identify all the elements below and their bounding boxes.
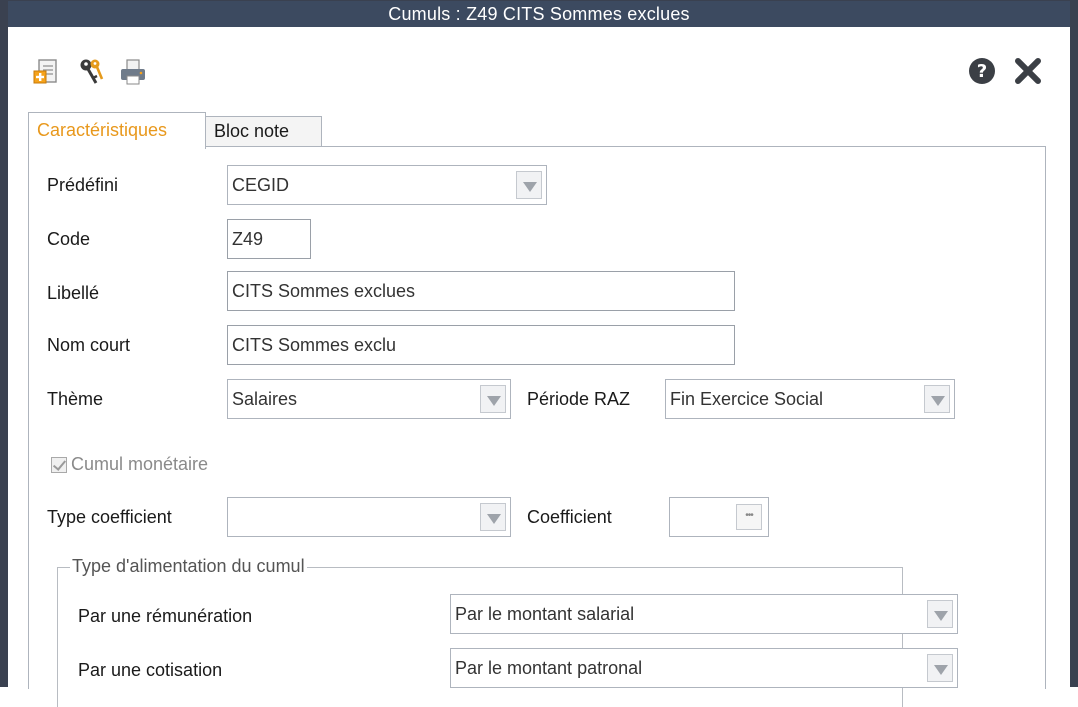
chevron-down-icon[interactable] xyxy=(516,171,542,199)
periode-raz-label: Période RAZ xyxy=(527,389,631,409)
alimentation-groupbox: Type d'alimentation du cumul Par une rém… xyxy=(57,556,958,707)
type-coefficient-label: Type coefficient xyxy=(47,507,172,527)
printer-icon[interactable] xyxy=(118,57,148,87)
tab-caracteristiques[interactable]: Caractéristiques xyxy=(28,112,206,149)
cumul-monetaire-label: Cumul monétaire xyxy=(71,454,209,474)
coefficient-input[interactable]: ••• xyxy=(669,497,769,537)
coefficient-label: Coefficient xyxy=(527,507,612,527)
keys-icon[interactable] xyxy=(76,57,106,87)
code-label: Code xyxy=(47,229,91,249)
chevron-down-icon[interactable] xyxy=(927,600,953,628)
characteristics-panel: Prédéfini CEGID Code Z49 Libellé CITS So… xyxy=(28,146,1046,707)
ellipsis-button[interactable]: ••• xyxy=(736,504,762,530)
code-input[interactable]: Z49 xyxy=(227,219,311,259)
window-title: Cumuls : Z49 CITS Sommes exclues xyxy=(388,4,690,24)
close-x-icon[interactable] xyxy=(1012,55,1044,87)
remuneration-label: Par une rémunération xyxy=(78,606,253,626)
theme-select[interactable]: Salaires xyxy=(227,379,511,419)
cumul-monetaire-checkbox[interactable] xyxy=(51,457,67,473)
type-coefficient-select[interactable] xyxy=(227,497,511,537)
libelle-label: Libellé xyxy=(47,283,100,303)
dialog-window: Cumuls : Z49 CITS Sommes exclues ? Carac… xyxy=(0,0,1078,707)
predefini-label: Prédéfini xyxy=(47,175,119,195)
cotisation-label: Par une cotisation xyxy=(78,660,223,680)
nom-court-input[interactable]: CITS Sommes exclu xyxy=(227,325,735,365)
predefini-select[interactable]: CEGID xyxy=(227,165,547,205)
toolbar: ? xyxy=(8,27,1070,97)
tab-bloc-note[interactable]: Bloc note xyxy=(205,116,322,146)
chevron-down-icon[interactable] xyxy=(924,385,950,413)
theme-label: Thème xyxy=(47,389,104,409)
new-document-icon[interactable] xyxy=(32,57,62,87)
libelle-input[interactable]: CITS Sommes exclues xyxy=(227,271,735,311)
svg-text:?: ? xyxy=(977,61,987,82)
chevron-down-icon[interactable] xyxy=(927,654,953,682)
cotisation-select[interactable]: Par le montant patronal xyxy=(450,648,958,688)
chevron-down-icon[interactable] xyxy=(480,503,506,531)
alimentation-legend: Type d'alimentation du cumul xyxy=(70,556,307,577)
periode-raz-select[interactable]: Fin Exercice Social xyxy=(665,379,955,419)
nom-court-label: Nom court xyxy=(47,335,131,355)
remuneration-select[interactable]: Par le montant salarial xyxy=(450,594,958,634)
help-circle-icon[interactable]: ? xyxy=(966,55,998,87)
chevron-down-icon[interactable] xyxy=(480,385,506,413)
title-bar[interactable]: Cumuls : Z49 CITS Sommes exclues xyxy=(8,1,1070,27)
